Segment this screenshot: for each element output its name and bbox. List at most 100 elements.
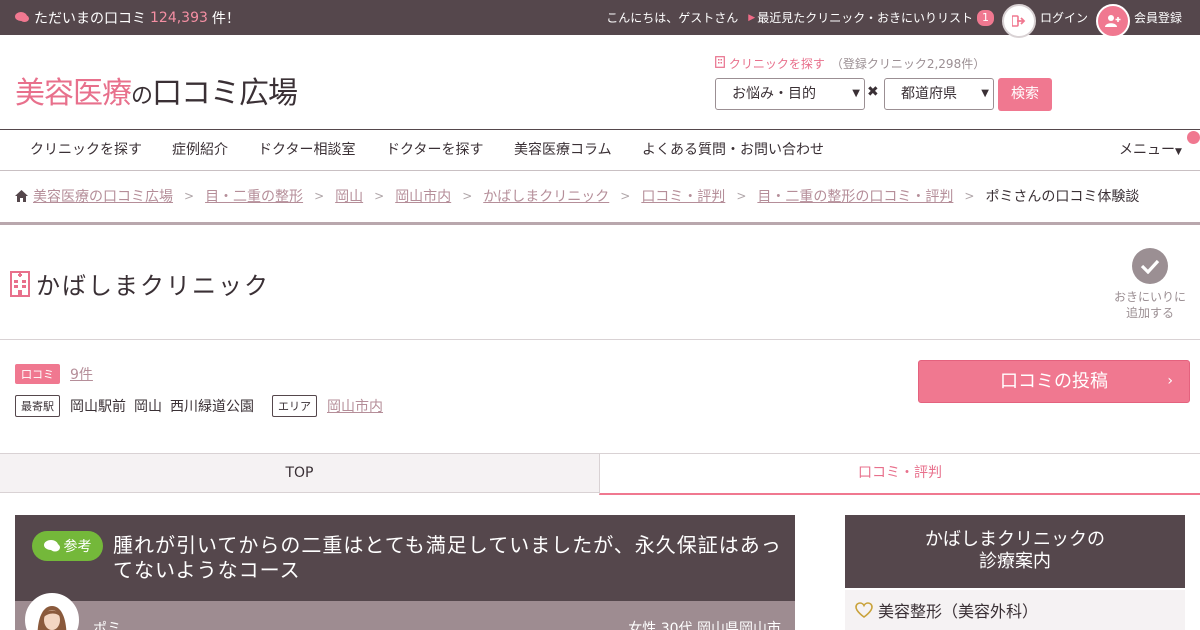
top-bar: ただいまの口コミ 124,393 件！ こんにちは、ゲストさん ▶ 最近見たクリ… [0,0,1200,38]
favorite-button[interactable]: おきにいりに 追加する [1110,248,1190,321]
nav-item-doctor-consult[interactable]: ドクター相談室 [258,130,355,171]
avatar [25,593,79,630]
review-tag: 口コミ [15,364,60,384]
breadcrumb-link[interactable]: 目・二重の整形 [205,186,303,206]
nav-item-faq[interactable]: よくある質問・お問い合わせ [642,130,824,171]
logo-part-reviews: 口コミ [152,76,240,111]
review-count-link[interactable]: 9件 [70,364,93,384]
access-row: 最寄駅 岡山駅前 岡山 西川緑道公園 エリア 岡山市内 [15,395,383,417]
review-counter-count: 124,393 [150,9,208,26]
breadcrumb-separator: > [620,189,631,203]
login-link[interactable]: ログイン [1040,9,1088,26]
concern-select[interactable]: お悩み・目的 ▼ [715,78,865,110]
station-tag: 最寄駅 [15,395,60,417]
caret-right-icon: ▶ [748,12,756,23]
clinic-guide-box: かばしまクリニックの 診療案内 [845,515,1185,588]
breadcrumb-link[interactable]: 口コミ・評判 [641,186,725,206]
tab-top[interactable]: TOP [0,453,599,493]
recent-clinics-link[interactable]: 最近見たクリニック・おきにいりリスト [757,9,973,26]
female-avatar-icon [28,596,76,630]
concern-select-value: お悩み・目的 [732,86,816,102]
logo-part-no: の [131,84,153,109]
chevron-right-icon: › [1167,373,1173,389]
building-icon [715,56,725,68]
user-area: こんにちは、ゲストさん ▶ 最近見たクリニック・おきにいりリスト 1 ログイン … [606,0,1182,38]
main-nav: クリニックを探す 症例紹介 ドクター相談室 ドクターを探す 美容医療コラム よく… [0,129,1200,171]
select-arrow-icon: ▼ [852,88,860,99]
review-counter-suffix: 件！ [211,10,240,27]
breadcrumb-separator: > [314,189,325,203]
register-link[interactable]: 会員登録 [1134,9,1182,26]
clinic-guide-title-line1: かばしまクリニックの [925,529,1105,550]
clinic-guide-title-line2: 診療案内 [979,551,1051,572]
review-counter-prefix: ただいまの口コミ [34,10,146,27]
heart-icon [855,602,873,618]
breadcrumb-separator: > [462,189,473,203]
search-button[interactable]: 検索 [998,78,1052,111]
clinic-tabs: TOP 口コミ・評判 [0,453,1200,495]
favorite-label-line2: 追加する [1125,306,1174,320]
station-name: 岡山 [134,399,162,415]
nav-menu-toggle[interactable]: メニュー▼ [1119,130,1182,171]
registered-clinic-count: （登録クリニック2,298件） [830,57,986,71]
breadcrumb-link[interactable]: 岡山市内 [395,186,451,206]
area-link[interactable]: 岡山市内 [327,396,383,416]
check-icon [1132,248,1168,284]
breadcrumb-separator: > [736,189,747,203]
breadcrumb-link[interactable]: 岡山 [335,186,363,206]
tab-reviews[interactable]: 口コミ・評判 [599,453,1200,495]
post-review-label: 口コミの投稿 [1000,371,1108,392]
prefecture-select-value: 都道府県 [901,86,957,102]
user-plus-icon [1104,15,1121,27]
reference-badge-label: 参考 [63,539,92,555]
area-tag: エリア [272,395,317,417]
prefecture-select[interactable]: 都道府県 ▼ [884,78,994,110]
post-review-button[interactable]: 口コミの投稿 › [918,360,1190,403]
breadcrumb-link[interactable]: かばしまクリニック [483,186,609,206]
clinic-name: かばしまクリニック [36,272,270,300]
section-divider [0,339,1200,340]
select-arrow-icon: ▼ [981,88,989,99]
notification-dot [1187,131,1200,144]
register-icon-button[interactable] [1095,3,1130,38]
breadcrumb-link[interactable]: 美容医療の口コミ広場 [33,186,173,206]
reference-badge: 参考 [32,531,103,561]
review-card: 参考 腫れが引いてからの二重はとても満足していましたが、永久保証はあってないよう… [15,515,795,630]
logo-part-beauty: 美容医療 [15,76,132,111]
breadcrumb-separator: > [964,189,975,203]
reviewer-meta: 女性 30代 岡山県岡山市 [628,621,781,630]
cross-icon: ✖ [867,84,879,100]
station-name: 西川緑道公園 [170,399,254,415]
breadcrumb: 美容医療の口コミ広場 > 目・二重の整形 > 岡山 > 岡山市内 > かばしまク… [15,186,1139,206]
review-counter: ただいまの口コミ 124,393 件！ [15,0,240,35]
review-count-row: 口コミ 9件 [15,364,93,384]
breadcrumb-separator: > [374,189,385,203]
caret-down-icon: ▼ [1175,147,1182,157]
sign-in-icon [1011,14,1026,27]
site-logo[interactable]: 美容医療の口コミ広場 [15,68,298,112]
breadcrumb-divider [0,222,1200,225]
review-title: 腫れが引いてからの二重はとても満足していましたが、永久保証はあってないようなコー… [113,533,782,582]
clinic-title: かばしまクリニック [10,266,270,301]
favorite-label-line1: おきにいりに [1113,290,1186,304]
comments-icon [15,12,29,22]
nav-menu-label: メニュー [1119,142,1175,158]
station-name: 岡山駅前 [70,399,126,415]
search-caption: クリニックを探す （登録クリニック2,298件） [715,55,985,72]
breadcrumb-link[interactable]: 目・二重の整形の口コミ・評判 [757,186,953,206]
recent-count-badge: 1 [976,9,994,26]
login-icon-button[interactable] [1001,3,1036,38]
greeting: こんにちは、ゲストさん [606,11,739,25]
logo-part-plaza: 広場 [239,76,298,111]
nav-item-find-clinic[interactable]: クリニックを探す [30,130,142,171]
home-icon [15,190,28,202]
search-caption-label: クリニックを探す [728,57,825,71]
guide-item-label: 美容整形（美容外科） [878,602,1039,621]
nav-item-cases[interactable]: 症例紹介 [172,130,228,171]
comments-icon [43,540,60,552]
nav-item-find-doctor[interactable]: ドクターを探す [386,130,483,171]
nav-item-column[interactable]: 美容医療コラム [514,130,612,171]
breadcrumb-current: ポミさんの口コミ体験談 [985,189,1140,205]
guide-item-cosmetic-surgery[interactable]: 美容整形（美容外科） [845,590,1185,630]
reviewer-name: ポミ [93,621,121,630]
